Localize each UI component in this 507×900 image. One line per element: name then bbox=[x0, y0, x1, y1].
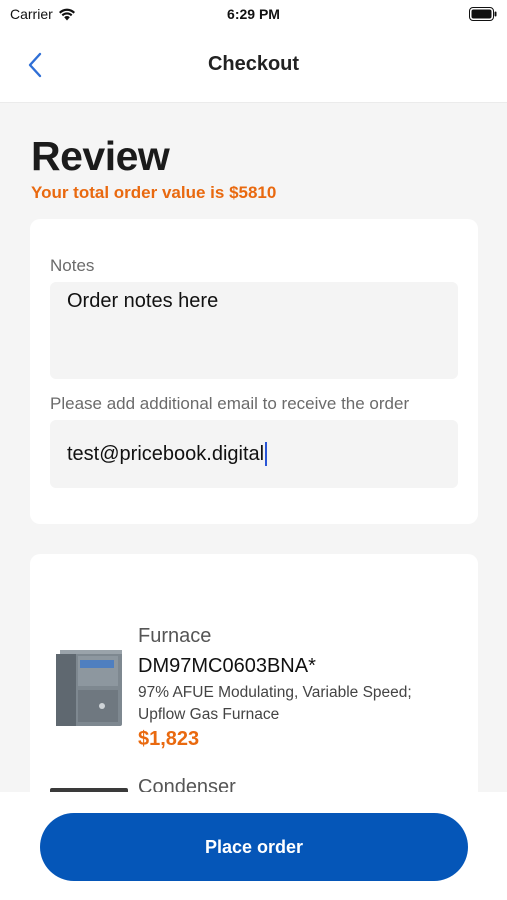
checkout-screen: Carrier 6:29 PM Checkout Review Your tot… bbox=[0, 0, 507, 900]
text-caret bbox=[265, 442, 268, 466]
nav-bar: Checkout bbox=[0, 30, 507, 103]
notes-input[interactable]: Order notes here bbox=[50, 282, 458, 379]
battery-icon bbox=[469, 7, 497, 21]
page-title: Checkout bbox=[207, 53, 300, 75]
product-price: $1,823 bbox=[138, 728, 200, 750]
order-total-text: Your total order value is $5810 bbox=[31, 183, 277, 202]
status-bar: Carrier 6:29 PM bbox=[0, 0, 507, 30]
bottom-action-bar: Place order bbox=[0, 792, 507, 900]
product-description: 97% AFUE Modulating, Variable Speed; Upf… bbox=[138, 684, 412, 723]
notes-card: Notes Order notes here Please add additi… bbox=[30, 219, 478, 524]
status-time: 6:29 PM bbox=[227, 6, 280, 22]
review-heading: Review bbox=[31, 133, 170, 179]
email-label: Please add additional email to receive t… bbox=[50, 394, 410, 413]
email-input[interactable]: test@pricebook.digital bbox=[50, 420, 458, 488]
product-category: Furnace bbox=[138, 625, 212, 647]
email-input-value: test@pricebook.digital bbox=[67, 442, 265, 465]
place-order-button[interactable]: Place order bbox=[40, 813, 468, 881]
notes-label: Notes bbox=[50, 256, 95, 275]
furnace-image bbox=[56, 650, 122, 726]
product-model: DM97MC0603BNA* bbox=[138, 655, 316, 677]
